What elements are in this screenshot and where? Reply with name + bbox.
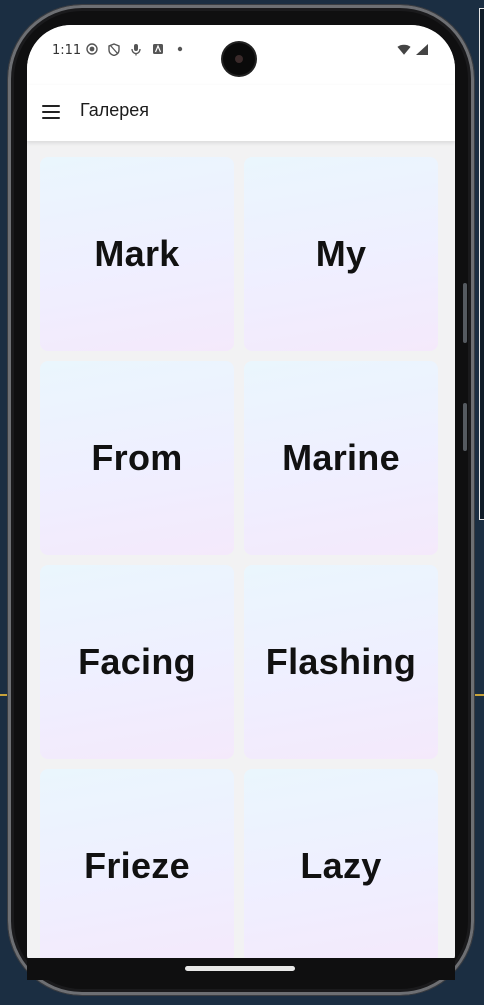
dot-icon	[173, 42, 187, 56]
volume-button[interactable]	[463, 283, 467, 343]
gallery-card[interactable]: Facing	[40, 565, 234, 759]
gallery-grid: Mark My From Marine Facing Flashing Frie…	[40, 157, 438, 960]
gallery-card-label: From	[91, 437, 183, 478]
gallery-card[interactable]: From	[40, 361, 234, 555]
gallery-card[interactable]: Frieze	[40, 769, 234, 960]
front-camera	[223, 43, 255, 75]
cell-signal-icon	[415, 42, 429, 56]
gallery-card-label: Frieze	[84, 845, 190, 886]
hamburger-menu-icon[interactable]	[39, 100, 63, 124]
status-bar: 1:11	[27, 25, 455, 85]
gallery-card[interactable]: Lazy	[244, 769, 438, 960]
status-notification-icons	[85, 42, 187, 56]
gallery-card-label: Facing	[78, 641, 196, 682]
gallery-card[interactable]: Mark	[40, 157, 234, 351]
gallery-card-label: Lazy	[300, 845, 382, 886]
desktop-divider-right	[474, 694, 484, 696]
gallery-card-label: Marine	[282, 437, 400, 478]
gallery-card[interactable]: Marine	[244, 361, 438, 555]
shield-icon	[107, 42, 121, 56]
home-gesture-handle[interactable]	[185, 966, 295, 971]
wifi-icon	[397, 42, 411, 56]
gallery-card-label: Flashing	[265, 641, 417, 682]
phone-screen: 1:11 Галерея Mark My From Marine Facing …	[27, 25, 455, 960]
gallery-card[interactable]: Flashing	[244, 565, 438, 759]
mic-icon	[129, 42, 143, 56]
navigation-bar	[27, 958, 455, 980]
gallery-card-label: Mark	[94, 233, 180, 274]
font-icon	[151, 42, 165, 56]
status-time: 1:11	[52, 43, 82, 58]
status-system-icons	[397, 42, 429, 56]
gallery-card[interactable]: My	[244, 157, 438, 351]
gallery-card-label: My	[315, 233, 367, 274]
app-title: Галерея	[80, 100, 150, 120]
app-bar: Галерея	[27, 85, 455, 141]
desktop-side-panel	[479, 8, 484, 520]
record-icon	[85, 42, 99, 56]
power-button[interactable]	[463, 403, 467, 451]
